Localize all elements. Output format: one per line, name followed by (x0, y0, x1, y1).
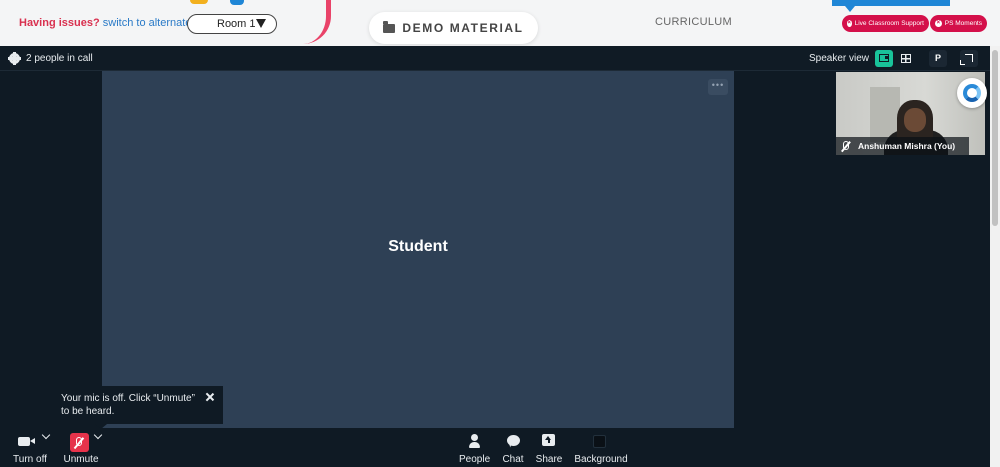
curriculum-tab[interactable]: CURRICULUM (655, 16, 732, 28)
decorative-shape (230, 0, 244, 5)
mic-off-icon (76, 437, 82, 446)
share-icon (542, 434, 555, 446)
background-label: Background (574, 454, 628, 465)
background-icon (593, 435, 606, 448)
page: Having issues? switch to alternate room … (0, 0, 1000, 467)
close-icon: × (847, 20, 852, 27)
room-select[interactable]: Room 1 (187, 14, 277, 34)
mic-off-icon (843, 141, 849, 150)
self-name-bar: Anshuman Mishra (You) (836, 137, 969, 155)
top-bar: Having issues? switch to alternate room … (0, 0, 1000, 46)
dropdown-caret-icon (256, 19, 266, 28)
live-classroom-support-button[interactable]: × Live Classroom Support (842, 15, 929, 32)
control-bar: Turn off Unmute People Chat Share Backgr… (0, 428, 990, 467)
view-mode-label: Speaker view (809, 53, 870, 64)
demo-material-label: DEMO MATERIAL (402, 21, 524, 35)
mic-off-toast: Your mic is off. Click “Unmute” to be he… (46, 386, 223, 424)
p-button[interactable]: P (929, 50, 947, 67)
chevron-down-icon[interactable] (93, 430, 103, 440)
close-icon[interactable] (205, 392, 215, 402)
issues-text: Having issues? (19, 17, 100, 29)
people-count: 2 people in call (26, 53, 93, 64)
unmute-button[interactable]: Unmute (62, 428, 103, 467)
speaker-view-icon (879, 54, 889, 62)
chat-icon (507, 435, 520, 446)
call-header: 2 people in call Speaker view P (0, 46, 990, 71)
unmute-label: Unmute (63, 454, 99, 465)
fullscreen-button[interactable] (960, 50, 978, 67)
video-toggle-label: Turn off (13, 454, 47, 465)
scrollbar-thumb[interactable] (992, 50, 998, 226)
expand-icon (960, 54, 973, 65)
close-icon: × (935, 20, 942, 27)
notification-tab-pointer (845, 6, 855, 12)
toast-message: Your mic is off. Click “Unmute” to be he… (61, 393, 195, 417)
demo-material-button[interactable]: DEMO MATERIAL (369, 12, 538, 44)
chevron-down-icon[interactable] (41, 430, 51, 440)
people-label: People (459, 454, 491, 465)
camera-icon (18, 437, 35, 446)
main-video-tile: ••• Student (102, 71, 734, 428)
chat-label: Chat (502, 454, 524, 465)
app-logo[interactable] (957, 78, 987, 108)
video-toggle-button[interactable]: Turn off (10, 428, 51, 467)
folder-icon (383, 20, 396, 33)
speaker-view-button[interactable] (875, 50, 893, 67)
participant-face (904, 108, 926, 132)
logo-icon (963, 84, 981, 102)
more-options-icon[interactable]: ••• (708, 79, 728, 95)
live-support-label: Live Classroom Support (854, 20, 924, 27)
share-button[interactable]: Share (535, 428, 563, 467)
share-label: Share (535, 454, 563, 465)
grid-view-button[interactable] (897, 50, 915, 67)
ps-moments-button[interactable]: × PS Moments (930, 15, 987, 32)
room-select-value: Room 1 (217, 18, 256, 30)
decorative-shape (303, 0, 331, 44)
chat-button[interactable]: Chat (500, 428, 526, 467)
main-participant-name: Student (388, 238, 448, 255)
people-button[interactable]: People (459, 428, 490, 467)
decorative-shape (190, 0, 208, 4)
people-icon (469, 434, 480, 448)
background-button[interactable]: Background (574, 428, 628, 467)
mic-button-background (70, 433, 89, 452)
grid-view-icon (901, 54, 911, 63)
ps-moments-label: PS Moments (944, 20, 982, 27)
self-name: Anshuman Mishra (You) (858, 141, 956, 151)
gear-icon[interactable] (8, 52, 21, 65)
